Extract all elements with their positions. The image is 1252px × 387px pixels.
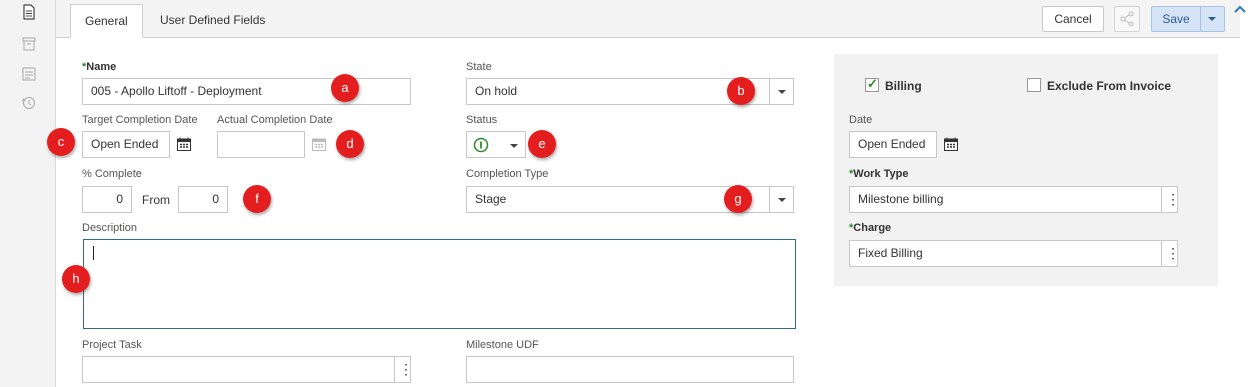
milestone-udf-input[interactable] [466,356,794,383]
share-button[interactable] [1114,6,1140,32]
callout-marker: a [331,74,359,102]
chevron-down-icon [1208,17,1216,21]
calendar-icon[interactable] [176,136,192,152]
text-cursor [93,246,94,260]
more-options-icon[interactable] [1161,241,1177,266]
document-icon[interactable] [21,4,37,20]
status-circle-icon [473,137,489,153]
actual-completion-input[interactable] [217,131,305,158]
name-input[interactable]: 005 - Apollo Liftoff - Deployment [82,78,411,105]
callout-marker: f [243,185,271,213]
chevron-down-icon[interactable] [769,187,793,212]
milestone-editor: General User Defined Fields Cancel Save … [0,0,1252,387]
callout-marker: g [724,185,752,213]
left-nav-rail [0,0,56,387]
work-type-value: Milestone billing [858,192,944,206]
history-icon[interactable] [21,95,37,111]
state-value: On hold [475,84,518,98]
billing-checkbox[interactable] [865,76,879,92]
callout-marker: b [727,77,755,105]
billing-label: Billing [885,79,922,93]
tab-general[interactable]: General [70,4,143,38]
share-icon [1120,11,1134,27]
project-task-label: Project Task [82,339,142,351]
milestone-udf-label: Milestone UDF [466,339,539,351]
status-select[interactable] [466,131,526,158]
cancel-button[interactable]: Cancel [1042,6,1104,32]
checklist-icon[interactable] [21,66,37,82]
charge-label: *Charge [849,222,892,234]
name-label: *Name [82,61,117,73]
exclude-from-invoice-checkbox[interactable] [1027,78,1041,92]
description-textarea[interactable] [83,239,796,329]
completion-type-label: Completion Type [466,168,549,180]
billing-date-label: Date [849,114,873,126]
work-type-label: *Work Type [849,168,909,180]
chevron-up-icon[interactable] [1232,2,1248,16]
percent-complete-input[interactable]: 0 [82,186,132,213]
from-input[interactable]: 0 [178,186,228,213]
charge-input[interactable]: Fixed Billing [849,240,1178,267]
description-label: Description [82,222,138,234]
chevron-down-icon[interactable] [769,79,793,104]
callout-marker: e [528,130,556,158]
from-label: From [142,193,170,207]
tab-user-defined-fields[interactable]: User Defined Fields [146,4,279,38]
completion-type-value: Stage [475,192,507,206]
chevron-down-icon [510,144,518,148]
actual-completion-label: Actual Completion Date [217,114,333,126]
charge-value: Fixed Billing [858,246,923,260]
work-type-input[interactable]: Milestone billing [849,186,1178,213]
state-label: State [466,61,492,73]
callout-marker: d [336,130,364,158]
calendar-icon[interactable] [311,136,327,152]
save-options-button[interactable] [1201,6,1225,32]
percent-complete-label: % Complete [82,168,142,180]
calendar-icon[interactable] [943,136,959,152]
more-options-icon[interactable] [394,357,410,382]
archive-icon[interactable] [21,36,37,52]
exclude-from-invoice-label: Exclude From Invoice [1047,79,1172,93]
more-options-icon[interactable] [1161,187,1177,212]
save-button[interactable]: Save [1151,6,1201,32]
scrollbar[interactable] [1240,18,1252,387]
project-task-input[interactable] [82,356,411,383]
status-label: Status [466,114,498,126]
target-completion-input[interactable]: Open Ended [82,131,170,158]
target-completion-label: Target Completion Date [82,114,198,126]
callout-marker: h [62,265,90,293]
billing-date-input[interactable]: Open Ended [849,131,937,158]
callout-marker: c [47,128,75,156]
